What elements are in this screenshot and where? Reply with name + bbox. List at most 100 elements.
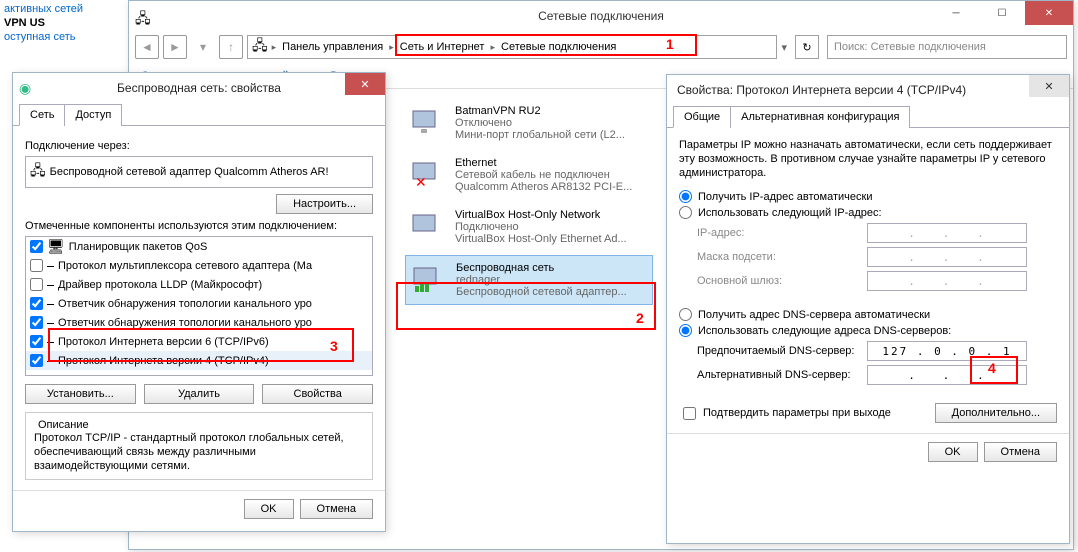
maximize-button[interactable]: ☐	[979, 1, 1025, 25]
chevron-right-icon: ▸	[385, 42, 398, 53]
list-item[interactable]: ⎯Ответчик обнаружения топологии канально…	[26, 313, 372, 332]
background-text: активных сетей VPN US оступная сеть	[0, 0, 87, 46]
close-button[interactable]: ✕	[345, 73, 385, 95]
forward-button[interactable]: ►	[163, 35, 187, 59]
list-item[interactable]: ⎯Драйвер протокола LLDP (Майкрософт)	[26, 275, 372, 294]
components-label: Отмеченные компоненты используются этим …	[25, 220, 373, 232]
connection-item-selected[interactable]: Беспроводная сетьrednagerБеспроводной се…	[405, 255, 653, 305]
gateway-label: Основной шлюз:	[697, 275, 867, 287]
description-text: Протокол TCP/IP - стандартный протокол г…	[34, 431, 364, 473]
network-adapter-icon: ✕	[411, 157, 447, 189]
component-checkbox[interactable]	[30, 259, 43, 272]
dialog-title: Свойства: Протокол Интернета версии 4 (T…	[677, 83, 966, 97]
network-icon: 🖧	[252, 35, 268, 59]
back-button[interactable]: ◄	[135, 35, 159, 59]
close-button[interactable]: ✕	[1025, 1, 1073, 25]
intro-text: Параметры IP можно назначать автоматичес…	[679, 138, 1057, 180]
ipv4-properties-dialog: Свойства: Протокол Интернета версии 4 (T…	[666, 74, 1070, 544]
history-dropdown[interactable]: ▾	[191, 35, 215, 59]
ip-address-input: . . .	[867, 223, 1027, 243]
component-checkbox[interactable]	[30, 354, 43, 367]
component-props-button[interactable]: Свойства	[262, 384, 373, 404]
svg-text:✕: ✕	[415, 174, 427, 189]
gateway-input: . . .	[867, 271, 1027, 291]
preferred-dns-input[interactable]: 127 . 0 . 0 . 1	[867, 341, 1027, 361]
dialog-title: Беспроводная сеть: свойства	[117, 81, 281, 95]
connection-item[interactable]: VirtualBox Host-Only NetworkПодключеноVi…	[405, 203, 653, 251]
validate-on-exit-checkbox[interactable]: Подтвердить параметры при выходе	[679, 404, 891, 423]
wifi-adapter-icon	[412, 262, 448, 294]
list-item-ipv4[interactable]: ⎯Протокол Интернета версии 4 (TCP/IPv4)	[26, 351, 372, 370]
dialog-titlebar: ◉ Беспроводная сеть: свойства ✕	[13, 73, 385, 103]
radio-auto-dns[interactable]: Получить адрес DNS-сервера автоматически	[679, 308, 1057, 321]
dropdown-icon[interactable]: ▾	[781, 41, 787, 54]
adapter-name-box: 🖧 Беспроводной сетевой адаптер Qualcomm …	[25, 156, 373, 188]
wifi-icon: ◉	[19, 80, 35, 96]
list-item[interactable]: ⎯Протокол мультиплексора сетевого адапте…	[26, 256, 372, 275]
cancel-button[interactable]: Отмена	[300, 499, 373, 519]
tabs: Сеть Доступ	[13, 103, 385, 126]
refresh-button[interactable]: ↻	[795, 35, 819, 59]
uninstall-button[interactable]: Удалить	[144, 384, 255, 404]
component-icon: ⎯	[47, 352, 54, 369]
component-checkbox[interactable]	[30, 278, 43, 291]
network-adapter-icon	[411, 209, 447, 241]
component-icon: ⎯	[47, 333, 54, 350]
radio-manual-ip[interactable]: Использовать следующий IP-адрес:	[679, 206, 1057, 219]
component-icon: ⎯	[47, 257, 54, 274]
connection-item[interactable]: BatmanVPN RU2ОтключеноМини-порт глобальн…	[405, 99, 653, 147]
breadcrumb[interactable]: 🖧 ▸ Панель управления ▸ Сеть и Интернет …	[247, 35, 777, 59]
radio-auto-ip[interactable]: Получить IP-адрес автоматически	[679, 190, 1057, 203]
component-icon: ⎯	[47, 314, 54, 331]
list-item[interactable]: 🖥Планировщик пакетов QoS	[26, 237, 372, 256]
configure-button[interactable]: Настроить...	[276, 194, 373, 214]
search-placeholder: Поиск: Сетевые подключения	[834, 41, 986, 53]
adapter-icon: 🖧	[30, 160, 46, 184]
component-checkbox[interactable]	[30, 316, 43, 329]
ip-address-label: IP-адрес:	[697, 227, 867, 239]
advanced-button[interactable]: Дополнительно...	[935, 403, 1057, 423]
component-checkbox[interactable]	[30, 335, 43, 348]
component-icon: ⎯	[47, 295, 54, 312]
network-icon: 🖧	[135, 8, 151, 24]
minimize-button[interactable]: ─	[933, 1, 979, 25]
list-item[interactable]: ⎯Ответчик обнаружения топологии канально…	[26, 294, 372, 313]
subnet-mask-label: Маска подсети:	[697, 251, 867, 263]
adapter-properties-dialog: ◉ Беспроводная сеть: свойства ✕ Сеть Дос…	[12, 72, 386, 532]
tabs: Общие Альтернативная конфигурация	[667, 105, 1069, 128]
tab-general[interactable]: Общие	[673, 106, 731, 128]
list-item[interactable]: ⎯Протокол Интернета версии 6 (TCP/IPv6)	[26, 332, 372, 351]
component-checkbox[interactable]	[30, 297, 43, 310]
explorer-title: Сетевые подключения	[538, 9, 664, 23]
network-adapter-icon	[411, 105, 447, 137]
callout-number: 4	[988, 360, 996, 376]
alternate-dns-input[interactable]: . . .	[867, 365, 1027, 385]
adapter-name: Беспроводной сетевой адаптер Qualcomm At…	[50, 166, 329, 178]
connection-item[interactable]: ✕ EthernetСетевой кабель не подключенQua…	[405, 151, 653, 199]
callout-number: 3	[330, 338, 338, 354]
ok-button[interactable]: OK	[244, 499, 294, 519]
component-checkbox[interactable]	[30, 240, 43, 253]
connections-list: BatmanVPN RU2ОтключеноМини-порт глобальн…	[399, 89, 659, 319]
tab-sharing[interactable]: Доступ	[64, 104, 122, 126]
ok-button[interactable]: OK	[928, 442, 978, 462]
components-listbox[interactable]: 🖥Планировщик пакетов QoS ⎯Протокол мульт…	[25, 236, 373, 376]
explorer-titlebar: 🖧 Сетевые подключения ─ ☐ ✕	[129, 1, 1073, 31]
chevron-right-icon: ▸	[268, 42, 281, 53]
tab-alternate[interactable]: Альтернативная конфигурация	[730, 106, 910, 128]
up-button[interactable]: ↑	[219, 35, 243, 59]
install-button[interactable]: Установить...	[25, 384, 136, 404]
breadcrumb-bar: ◄ ► ▾ ↑ 🖧 ▸ Панель управления ▸ Сеть и И…	[129, 31, 1073, 63]
radio-manual-dns[interactable]: Использовать следующие адреса DNS-сервер…	[679, 324, 1057, 337]
alternate-dns-label: Альтернативный DNS-сервер:	[697, 369, 867, 381]
close-button[interactable]: ✕	[1029, 75, 1069, 97]
cancel-button[interactable]: Отмена	[984, 442, 1057, 462]
description-title: Описание	[34, 419, 93, 431]
preferred-dns-label: Предпочитаемый DNS-сервер:	[697, 345, 867, 357]
callout-number: 1	[666, 36, 674, 52]
tab-network[interactable]: Сеть	[19, 104, 65, 126]
subnet-mask-input: . . .	[867, 247, 1027, 267]
connect-via-label: Подключение через:	[25, 140, 373, 152]
search-input[interactable]: Поиск: Сетевые подключения	[827, 35, 1067, 59]
component-icon: 🖥	[47, 238, 65, 255]
